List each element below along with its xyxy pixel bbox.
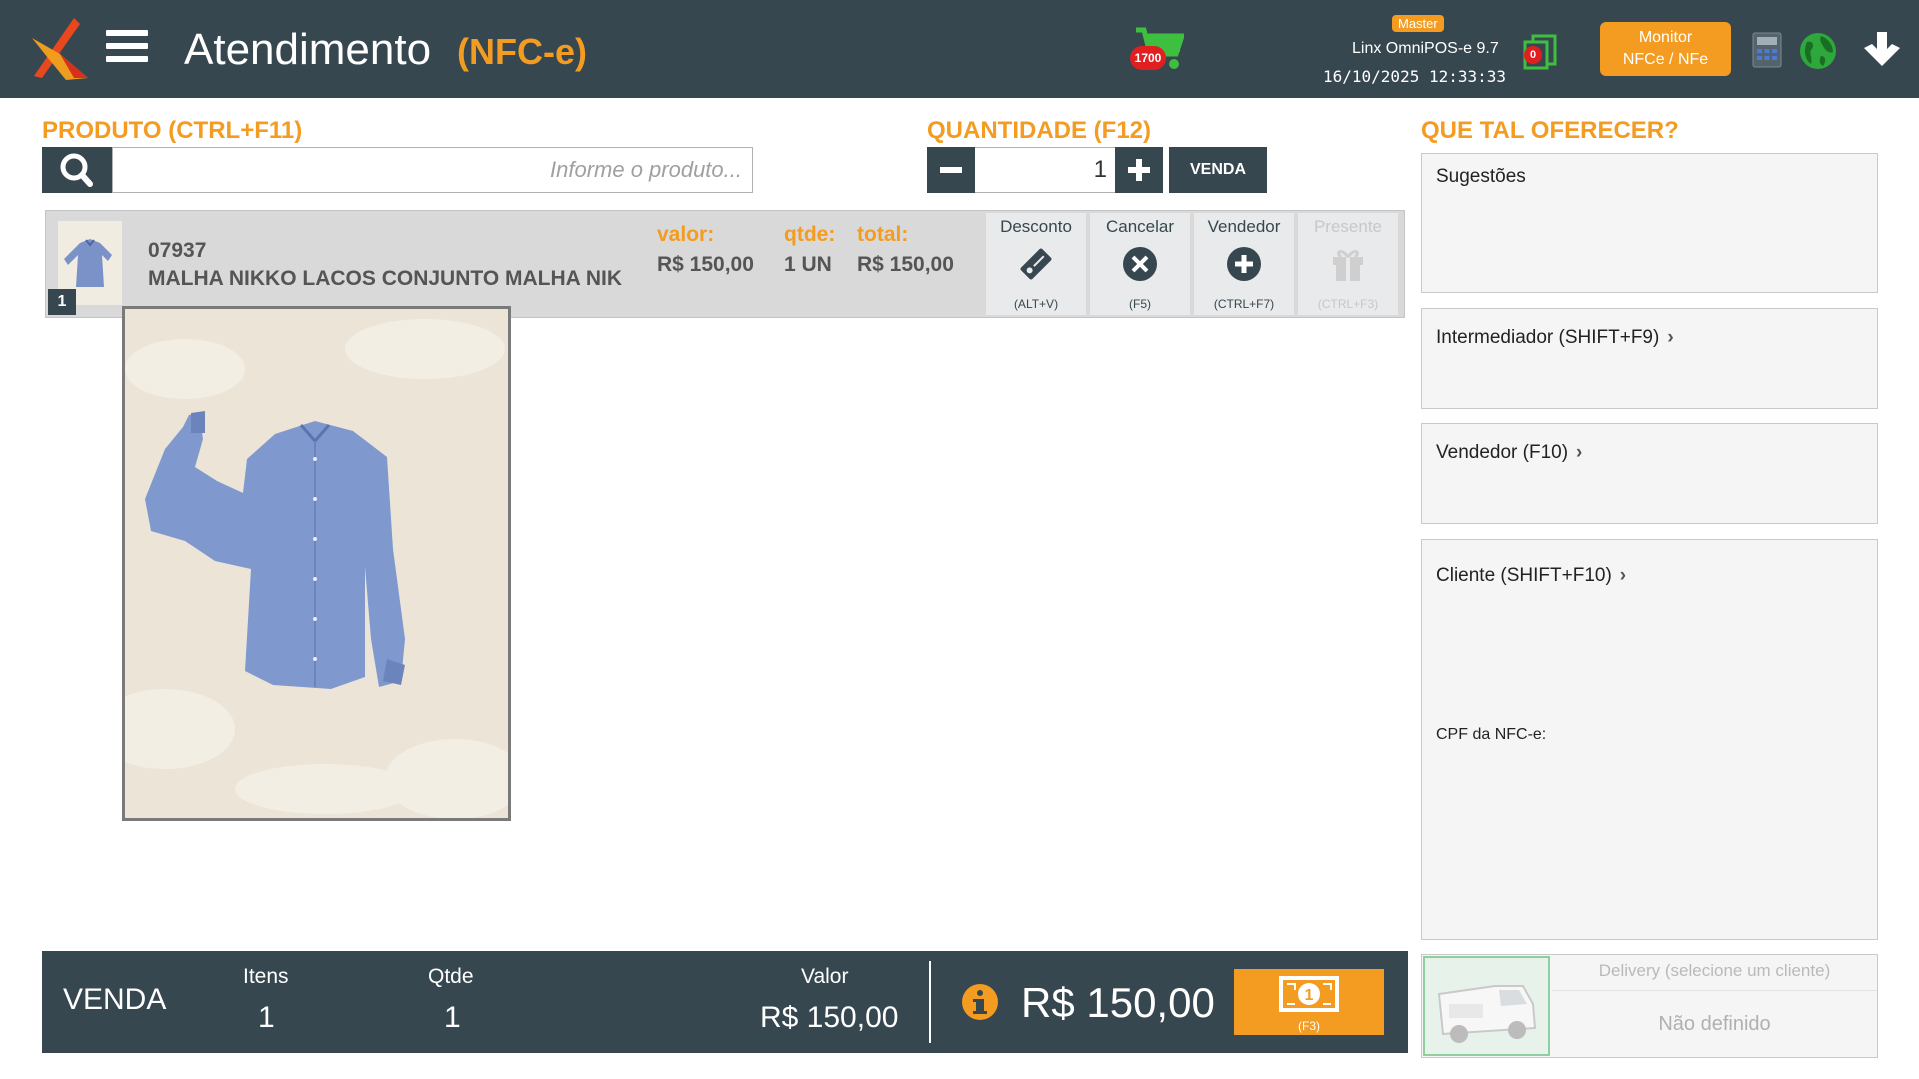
seller-item-button-label: Vendedor (1207, 217, 1281, 236)
suggestions-title: Sugestões (1436, 166, 1526, 187)
discount-button-label: Desconto (1000, 217, 1072, 236)
delivery-divider (1552, 990, 1877, 991)
role-badge: Master (1392, 15, 1444, 32)
delivery-title: Delivery (selecione um cliente) (1598, 961, 1831, 980)
item-total: R$ 150,00 (857, 253, 954, 276)
cart-count-badge: 1700 (1130, 46, 1166, 70)
calculator-icon[interactable] (1752, 32, 1782, 68)
seller-panel[interactable]: Vendedor (F10) › (1421, 423, 1878, 524)
sale-item-row[interactable]: 1 07937 MALHA NIKKO LACOS CONJUNTO MALHA… (45, 210, 1405, 318)
item-qtde: 1 UN (784, 253, 832, 276)
summary-qty-value: 1 (444, 1001, 461, 1034)
item-valor: R$ 150,00 (657, 253, 754, 276)
chevron-right-icon: › (1619, 565, 1627, 586)
search-button[interactable] (42, 147, 112, 193)
item-total-label: total: (857, 223, 909, 246)
monitor-button-line2: NFCe / NFe (1622, 51, 1709, 68)
close-circle-icon (1123, 247, 1157, 281)
suggestions-section-label: QUE TAL OFERECER? (1421, 117, 1679, 144)
suggestions-panel: Sugestões (1421, 153, 1878, 293)
intermediary-title: Intermediador (SHIFT+F9) (1436, 327, 1660, 348)
payment-button[interactable]: 1 (F3) (1234, 969, 1384, 1035)
page-subtitle: (NFC-e) (457, 31, 587, 72)
customer-panel[interactable]: Cliente (SHIFT+F10) › CPF da NFC-e: (1421, 539, 1878, 940)
item-index: 1 (48, 289, 76, 315)
delivery-value: Não definido (1658, 1013, 1771, 1035)
summary-items-value: 1 (258, 1001, 275, 1034)
product-image-preview (122, 306, 511, 821)
cpf-label: CPF da NFC-e: (1436, 726, 1547, 743)
gift-item-button-label: Presente (1313, 217, 1383, 236)
cancel-item-button-label: Cancelar (1105, 217, 1175, 236)
search-icon (60, 153, 93, 187)
summary-value: R$ 150,00 (760, 1001, 899, 1034)
payment-button-shortcut: (F3) (1298, 1019, 1320, 1033)
top-bar: Atendimento (NFC-e) 1700 Master Linx Omn… (0, 0, 1919, 98)
item-description: MALHA NIKKO LACOS CONJUNTO MALHA NIK (148, 267, 623, 290)
cart-icon[interactable]: 1700 (1130, 26, 1186, 72)
discount-button[interactable]: Desconto (ALT+V) (986, 213, 1086, 315)
plus-icon (1128, 159, 1150, 181)
linx-logo (32, 18, 88, 80)
delivery-van-icon (1423, 956, 1550, 1056)
chevron-right-icon: › (1667, 327, 1674, 348)
documents-icon[interactable]: 0 (1521, 32, 1561, 70)
monitor-button[interactable]: Monitor NFCe / NFe (1600, 22, 1731, 76)
product-search-input[interactable] (112, 147, 753, 193)
gift-icon (1333, 250, 1363, 281)
plus-circle-icon (1227, 247, 1261, 281)
summary-value-label: Valor (801, 965, 849, 988)
info-icon[interactable] (960, 982, 1000, 1022)
product-label: PRODUTO (CTRL+F11) (42, 117, 303, 144)
gift-item-button-shortcut: (CTRL+F3) (1317, 297, 1379, 311)
arrow-down-icon[interactable] (1862, 30, 1902, 68)
summary-qty-label: Qtde (428, 965, 474, 988)
cancel-item-button[interactable]: Cancelar (F5) (1090, 213, 1190, 315)
seller-title: Vendedor (F10) (1436, 442, 1569, 463)
svg-text:1: 1 (1305, 987, 1314, 1004)
item-code: 07937 (148, 239, 207, 262)
documents-count-badge: 0 (1524, 46, 1542, 64)
menu-icon[interactable] (106, 30, 148, 66)
discount-button-shortcut: (ALT+V) (1013, 297, 1059, 311)
quantity-increase-button[interactable] (1115, 147, 1163, 193)
app-version: Linx OmniPOS-e 9.7 (1352, 40, 1499, 57)
datetime: 16/10/2025 12:33:33 (1323, 67, 1507, 86)
tag-icon (1020, 248, 1052, 280)
seller-item-button[interactable]: Vendedor (CTRL+F7) (1194, 213, 1294, 315)
monitor-button-line1: Monitor (1638, 29, 1693, 46)
cancel-item-button-shortcut: (F5) (1129, 297, 1151, 311)
quantity-label: QUANTIDADE (F12) (927, 117, 1152, 144)
summary-divider (929, 961, 931, 1043)
item-valor-label: valor: (657, 223, 715, 246)
sale-total: R$ 150,00 (1021, 979, 1215, 1026)
chevron-right-icon: › (1576, 442, 1583, 463)
venda-button[interactable]: VENDA (1169, 147, 1267, 193)
sale-summary-bar: VENDA Itens 1 Qtde 1 Valor R$ 150,00 R$ … (42, 951, 1408, 1053)
summary-items-label: Itens (243, 965, 289, 988)
minus-icon (940, 167, 962, 173)
money-icon: 1 (1279, 976, 1339, 1012)
gift-item-button[interactable]: Presente (CTRL+F3) (1298, 213, 1398, 315)
quantity-input[interactable] (975, 147, 1115, 193)
quantity-decrease-button[interactable] (927, 147, 975, 193)
delivery-panel[interactable]: Delivery (selecione um cliente) Não defi… (1421, 954, 1878, 1058)
intermediary-panel[interactable]: Intermediador (SHIFT+F9) › (1421, 308, 1878, 409)
customer-title: Cliente (SHIFT+F10) (1436, 565, 1612, 586)
globe-icon[interactable] (1799, 32, 1837, 70)
page-title: Atendimento (184, 25, 432, 74)
summary-title: VENDA (63, 983, 167, 1016)
item-qtde-label: qtde: (784, 223, 836, 246)
seller-item-button-shortcut: (CTRL+F7) (1213, 297, 1275, 311)
